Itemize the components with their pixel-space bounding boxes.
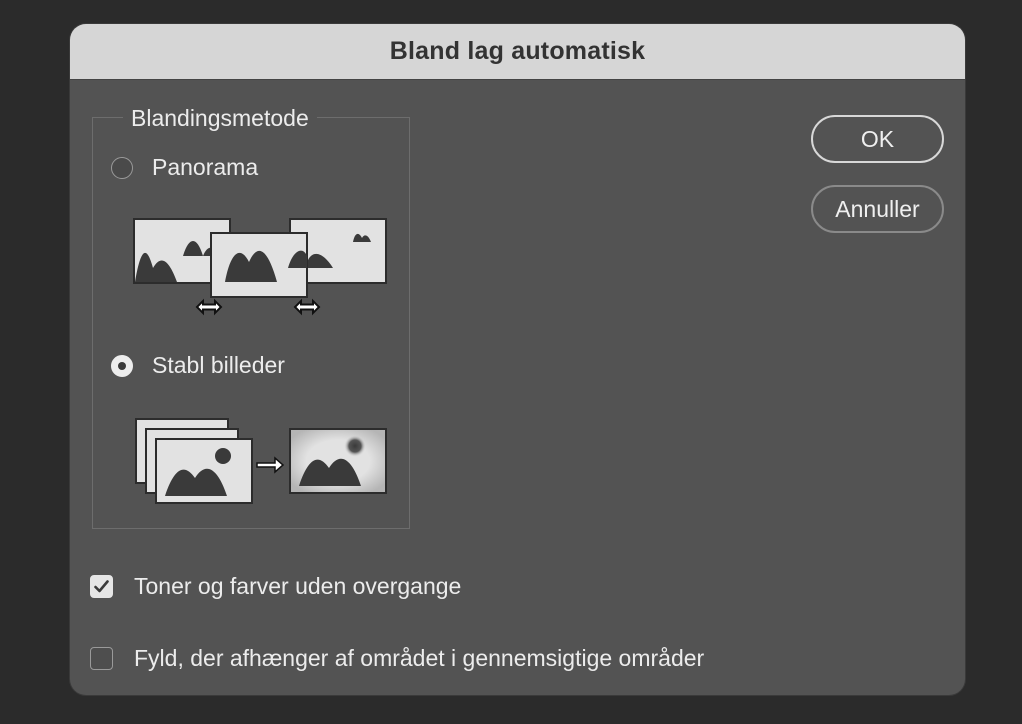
seamless-tones-label: Toner og farver uden overgange xyxy=(134,573,462,599)
dialog-titlebar: Bland lag automatisk xyxy=(70,24,965,80)
stack-images-illustration-icon xyxy=(135,418,387,504)
ok-button[interactable]: OK xyxy=(811,115,944,163)
panorama-radio-option[interactable]: Panorama xyxy=(111,154,258,181)
content-aware-fill-option[interactable]: Fyld, der afhænger af området i gennemsi… xyxy=(90,645,704,672)
panorama-label: Panorama xyxy=(152,154,259,180)
blend-method-legend: Blandingsmetode xyxy=(123,105,317,131)
content-aware-fill-checkbox[interactable] xyxy=(90,647,113,670)
checkmark-icon xyxy=(94,580,109,593)
seamless-tones-checkbox[interactable] xyxy=(90,575,113,598)
seamless-tones-option[interactable]: Toner og farver uden overgange xyxy=(90,573,461,600)
stack-images-radio[interactable] xyxy=(111,354,133,377)
blend-method-group: Blandingsmetode Panorama Stabl billeder xyxy=(92,105,410,529)
dialog-title: Bland lag automatisk xyxy=(389,37,646,65)
stack-images-label: Stabl billeder xyxy=(152,352,285,378)
auto-blend-layers-dialog: Bland lag automatisk Blandingsmetode Pan… xyxy=(70,24,965,695)
panorama-illustration-icon xyxy=(133,218,387,316)
content-aware-fill-label: Fyld, der afhænger af området i gennemsi… xyxy=(134,645,705,671)
stack-images-radio-option[interactable]: Stabl billeder xyxy=(111,352,285,379)
panorama-radio[interactable] xyxy=(111,156,133,179)
cancel-button[interactable]: Annuller xyxy=(811,185,944,233)
